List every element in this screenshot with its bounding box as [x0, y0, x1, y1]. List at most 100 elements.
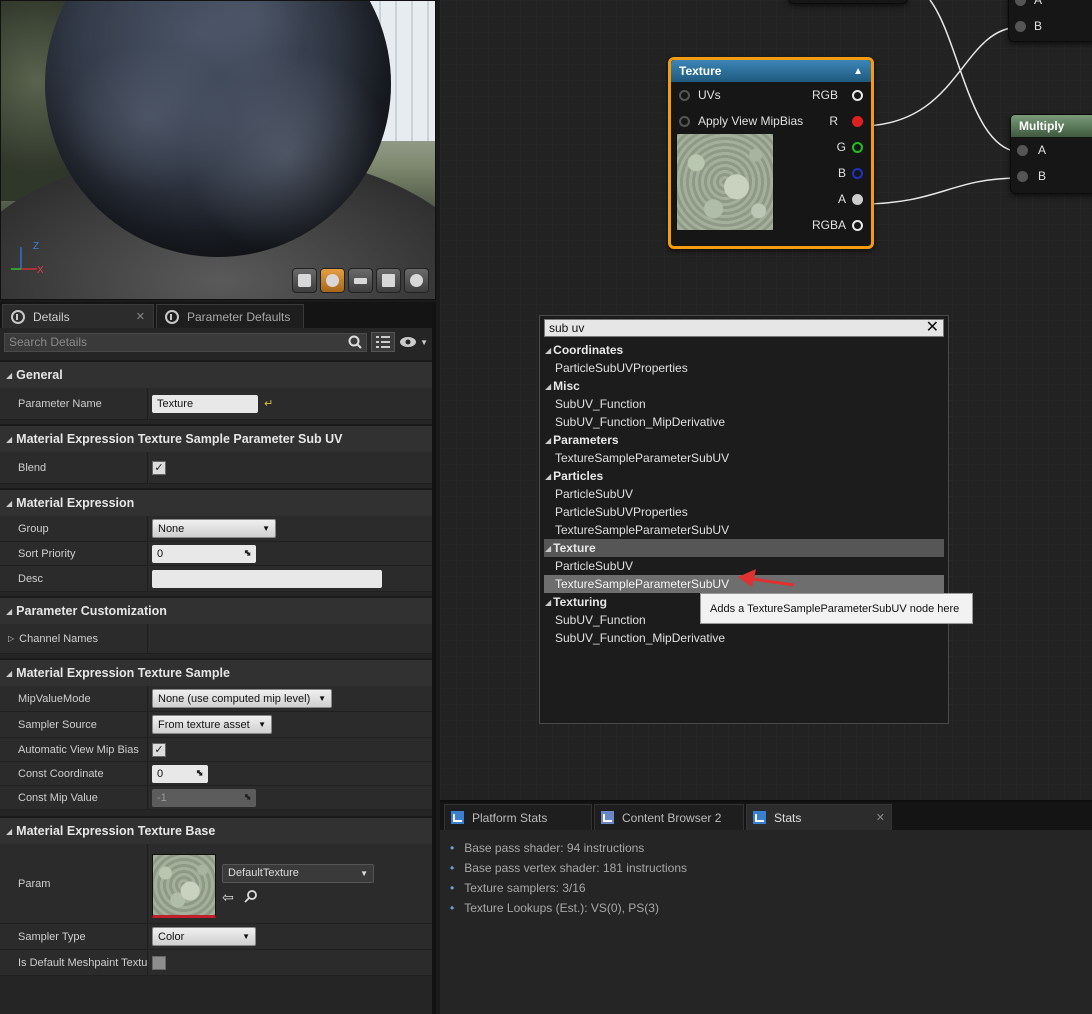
cylinder-preview-button[interactable]	[292, 268, 317, 293]
rgb-output-pin[interactable]	[852, 89, 863, 101]
prop-sampler-type: Sampler Type Color	[0, 924, 432, 950]
browse-asset-icon[interactable]	[244, 889, 258, 903]
collapse-arrow-icon: ◢	[6, 370, 13, 380]
parameter-name-field[interactable]: Texture	[152, 394, 258, 413]
use-selected-asset-icon[interactable]: ⇦	[222, 889, 234, 906]
texture-asset-picker[interactable]: DefaultTexture	[222, 863, 374, 883]
top-input-b-label: B	[1034, 19, 1043, 33]
palette-item[interactable]: SubUV_Function_MipDerivative	[544, 629, 944, 647]
prop-label: ▷ Channel Names	[0, 624, 148, 653]
const-coordinate-value: 0	[157, 767, 164, 780]
mesh-preview-button[interactable]	[404, 268, 429, 293]
sphere-preview-button[interactable]	[320, 268, 345, 293]
r-label: R	[829, 114, 838, 128]
collapse-arrow-icon: ◢	[545, 471, 552, 481]
category-general[interactable]: ◢ General	[0, 360, 432, 388]
reset-to-default-icon[interactable]: ↵	[264, 397, 273, 410]
meshpaint-checkbox[interactable]	[152, 955, 166, 970]
category-texture-sample[interactable]: ◢ Material Expression Texture Sample	[0, 658, 432, 686]
input-pin-a[interactable]	[1015, 0, 1026, 6]
multiply-input-b-pin[interactable]	[1017, 170, 1028, 182]
g-output-pin[interactable]	[852, 141, 863, 153]
group-dropdown[interactable]: None	[152, 519, 276, 538]
multiply-node-title: Multiply	[1019, 119, 1065, 133]
sampler-source-dropdown[interactable]: From texture asset	[152, 715, 272, 734]
palette-item[interactable]: TextureSampleParameterSubUV	[544, 521, 944, 539]
rgba-output-pin[interactable]	[852, 219, 863, 231]
collapse-arrow-icon: ◢	[6, 606, 13, 616]
b-output-pin[interactable]	[852, 167, 863, 179]
partial-node-topleft[interactable]	[788, 0, 908, 4]
sort-priority-input[interactable]: 0 ⬌	[152, 544, 256, 563]
prop-parameter-name: Parameter Name Texture ↵	[0, 388, 432, 420]
details-search-input[interactable]	[9, 335, 349, 349]
uvs-input-pin[interactable]	[679, 89, 690, 101]
texture-node-header[interactable]: Texture ▲	[671, 60, 871, 82]
palette-category-highlighted[interactable]: ◢ Texture	[544, 539, 944, 557]
category-material-expression[interactable]: ◢ Material Expression	[0, 488, 432, 516]
material-preview-viewport[interactable]: Z X	[0, 0, 436, 300]
expand-arrow-icon[interactable]: ▷	[8, 634, 14, 643]
palette-item-tooltip: Adds a TextureSampleParameterSubUV node …	[700, 593, 973, 624]
category-texturing: Texturing	[553, 595, 607, 609]
palette-item[interactable]: SubUV_Function	[544, 395, 944, 413]
desc-field[interactable]	[152, 569, 382, 588]
collapse-arrow-icon: ◢	[6, 498, 13, 508]
tab-stats[interactable]: Stats ✕	[746, 804, 892, 830]
multiply-node-header[interactable]: Multiply	[1011, 115, 1092, 137]
automatic-view-mip-bias-checkbox[interactable]: ✓	[152, 742, 166, 757]
prop-channel-names[interactable]: ▷ Channel Names	[0, 624, 432, 654]
sampler-type-dropdown[interactable]: Color	[152, 927, 256, 946]
mip-value-mode-dropdown[interactable]: None (use computed mip level)	[152, 689, 332, 708]
category-texture: Texture	[553, 541, 596, 555]
palette-item[interactable]: ParticleSubUVProperties	[544, 503, 944, 521]
a-output-pin[interactable]	[852, 193, 863, 205]
plane-preview-button[interactable]	[348, 268, 373, 293]
palette-category[interactable]: ◢ Misc	[544, 377, 944, 395]
palette-category[interactable]: ◢ Coordinates	[544, 341, 944, 359]
category-coordinates: Coordinates	[553, 343, 624, 357]
palette-item[interactable]: SubUV_Function_MipDerivative	[544, 413, 944, 431]
prop-label: Desc	[0, 566, 148, 591]
category-parameter-customization[interactable]: ◢ Parameter Customization	[0, 596, 432, 624]
category-custom-label: Parameter Customization	[16, 604, 167, 618]
cube-preview-button[interactable]	[376, 268, 401, 293]
blend-checkbox[interactable]: ✓	[152, 460, 166, 475]
collapse-node-icon[interactable]: ▲	[853, 66, 863, 77]
input-pin-b[interactable]	[1015, 20, 1026, 32]
palette-category[interactable]: ◢ Particles	[544, 467, 944, 485]
stats-icon	[753, 811, 766, 824]
category-texture-base[interactable]: ◢ Material Expression Texture Base	[0, 816, 432, 844]
collapse-arrow-icon: ◢	[6, 826, 13, 836]
multiply-node[interactable]: Multiply A B	[1010, 114, 1092, 194]
texture-asset-thumbnail[interactable]	[152, 853, 216, 918]
palette-search-field[interactable]: sub uv ✕	[544, 319, 944, 337]
collapse-arrow-icon: ◢	[545, 345, 552, 355]
tab-platform-stats[interactable]: Platform Stats	[444, 804, 592, 830]
multiply-input-a-pin[interactable]	[1017, 144, 1028, 156]
const-coordinate-input[interactable]: 0 ⬌	[152, 764, 208, 783]
palette-item[interactable]: TextureSampleParameterSubUV	[544, 449, 944, 467]
clear-search-icon[interactable]: ✕	[926, 320, 939, 336]
prop-is-default-meshpaint-texture: Is Default Meshpaint Texture	[0, 950, 432, 976]
view-options-button[interactable]: ▼	[399, 336, 428, 348]
category-general-label: General	[16, 368, 63, 382]
palette-category[interactable]: ◢ Parameters	[544, 431, 944, 449]
mipbias-input-pin[interactable]	[679, 115, 690, 127]
tab-content-browser-2[interactable]: Content Browser 2	[594, 804, 744, 830]
r-output-pin[interactable]	[852, 115, 863, 127]
tab-parameter-defaults[interactable]: Parameter Defaults	[156, 304, 304, 328]
close-icon[interactable]: ✕	[136, 310, 145, 323]
stat-line: Base pass vertex shader: 181 instruction…	[450, 858, 1082, 878]
property-matrix-button[interactable]	[371, 332, 396, 352]
category-texture-sample-parameter-subuv[interactable]: ◢ Material Expression Texture Sample Para…	[0, 424, 432, 452]
grid-icon	[376, 336, 391, 348]
close-icon[interactable]: ✕	[876, 811, 885, 824]
palette-item[interactable]: ParticleSubUV	[544, 485, 944, 503]
tab-details[interactable]: Details ✕	[2, 304, 154, 328]
prop-sort-priority: Sort Priority 0 ⬌	[0, 542, 432, 566]
texture-sample-node[interactable]: Texture ▲ UVs RGB Apply View MipBias R G…	[668, 57, 874, 249]
palette-item[interactable]: ParticleSubUVProperties	[544, 359, 944, 377]
partial-node-top[interactable]: A B	[1008, 0, 1092, 42]
search-icon[interactable]	[348, 335, 362, 349]
